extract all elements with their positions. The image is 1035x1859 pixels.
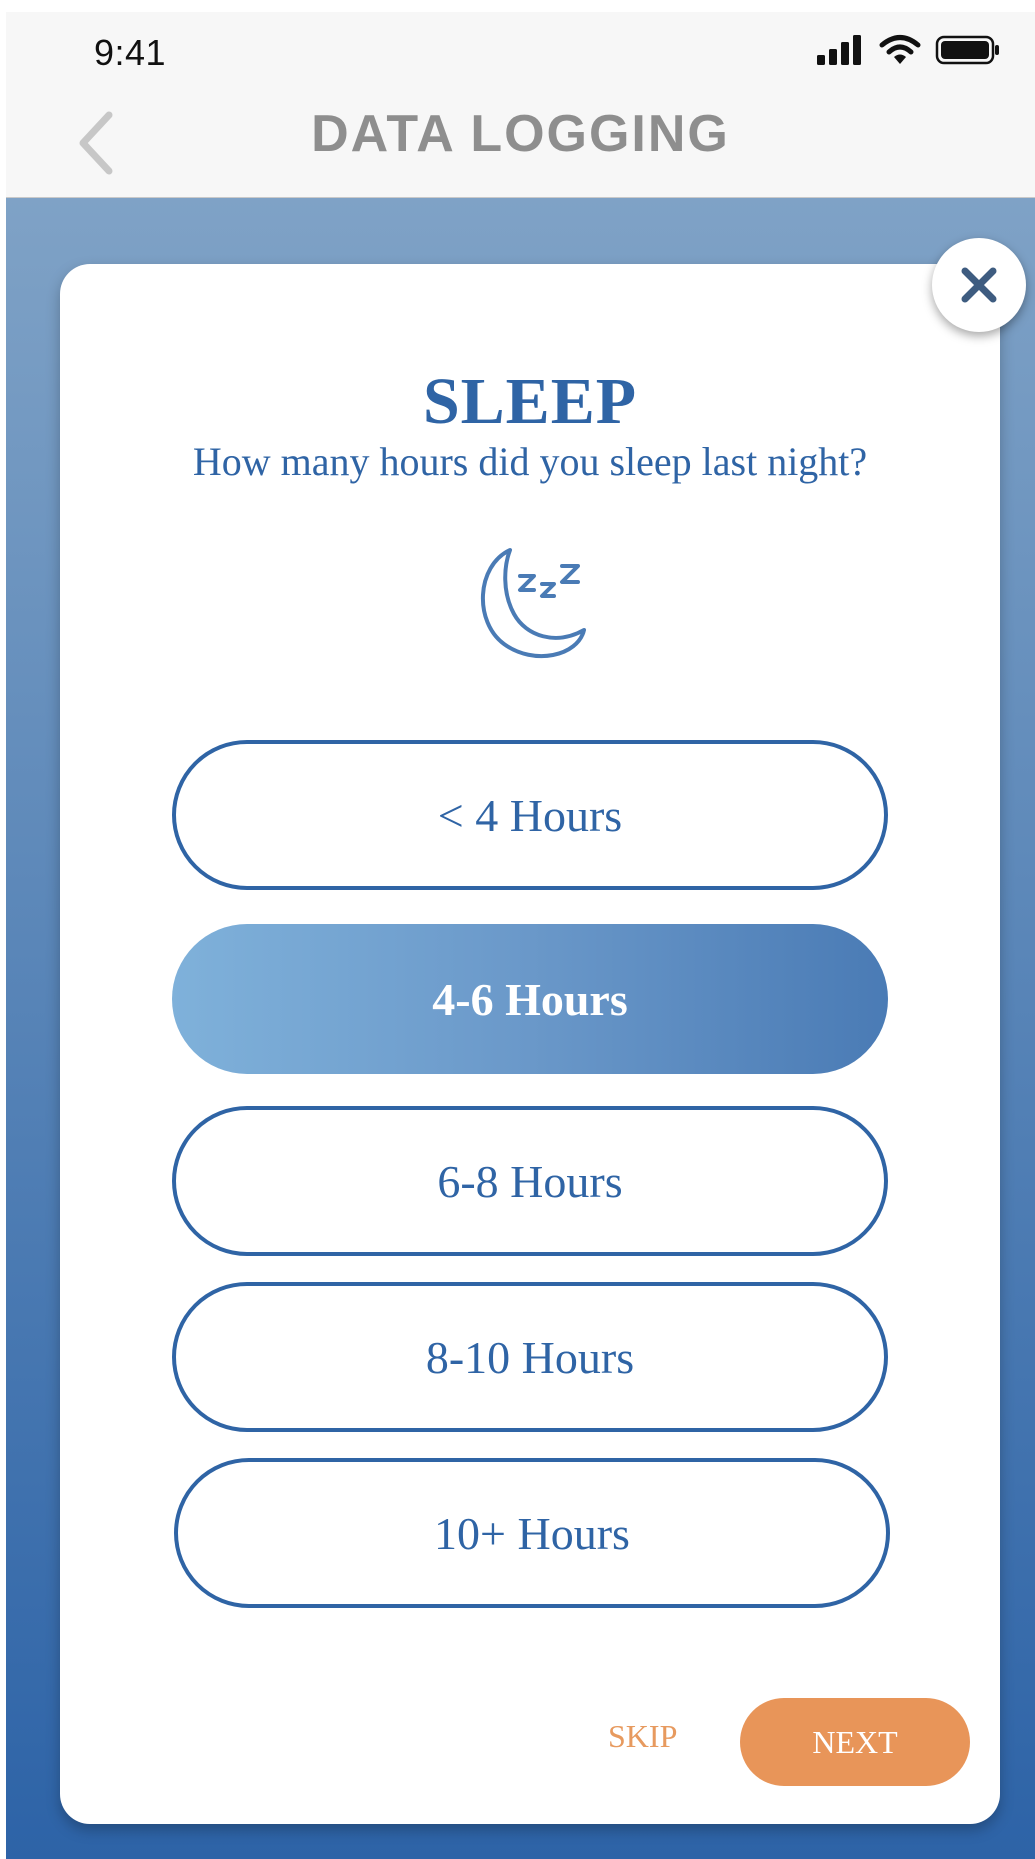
status-time: 9:41 bbox=[94, 32, 167, 73]
battery-icon bbox=[935, 35, 999, 65]
card-subtitle: How many hours did you sleep last night? bbox=[192, 439, 868, 484]
option-less-than-4-hours[interactable]: < 4 Hours bbox=[172, 740, 888, 890]
close-icon bbox=[961, 267, 997, 303]
close-button[interactable] bbox=[932, 238, 1026, 332]
skip-button[interactable]: SKIP bbox=[608, 1718, 677, 1755]
top-bar: 9:41 DATA LOGGING bbox=[6, 12, 1035, 198]
signal-icon bbox=[817, 35, 861, 65]
option-4-6-hours[interactable]: 4-6 Hours bbox=[172, 924, 888, 1074]
moon-zzz-icon bbox=[481, 548, 586, 659]
card-title: SLEEP bbox=[422, 365, 638, 438]
option-6-8-hours[interactable]: 6-8 Hours bbox=[172, 1106, 888, 1256]
wifi-icon bbox=[879, 35, 921, 64]
app-screen: 9:41 DATA LOGGING SLEEP How many hours d… bbox=[6, 12, 1035, 1859]
option-10-plus-hours[interactable]: 10+ Hours bbox=[174, 1458, 890, 1608]
page-title: DATA LOGGING bbox=[311, 105, 730, 163]
next-button[interactable]: NEXT bbox=[740, 1698, 970, 1786]
option-8-10-hours[interactable]: 8-10 Hours bbox=[172, 1282, 888, 1432]
sleep-card: SLEEP How many hours did you sleep last … bbox=[60, 264, 1000, 1824]
status-icons bbox=[817, 34, 1001, 66]
